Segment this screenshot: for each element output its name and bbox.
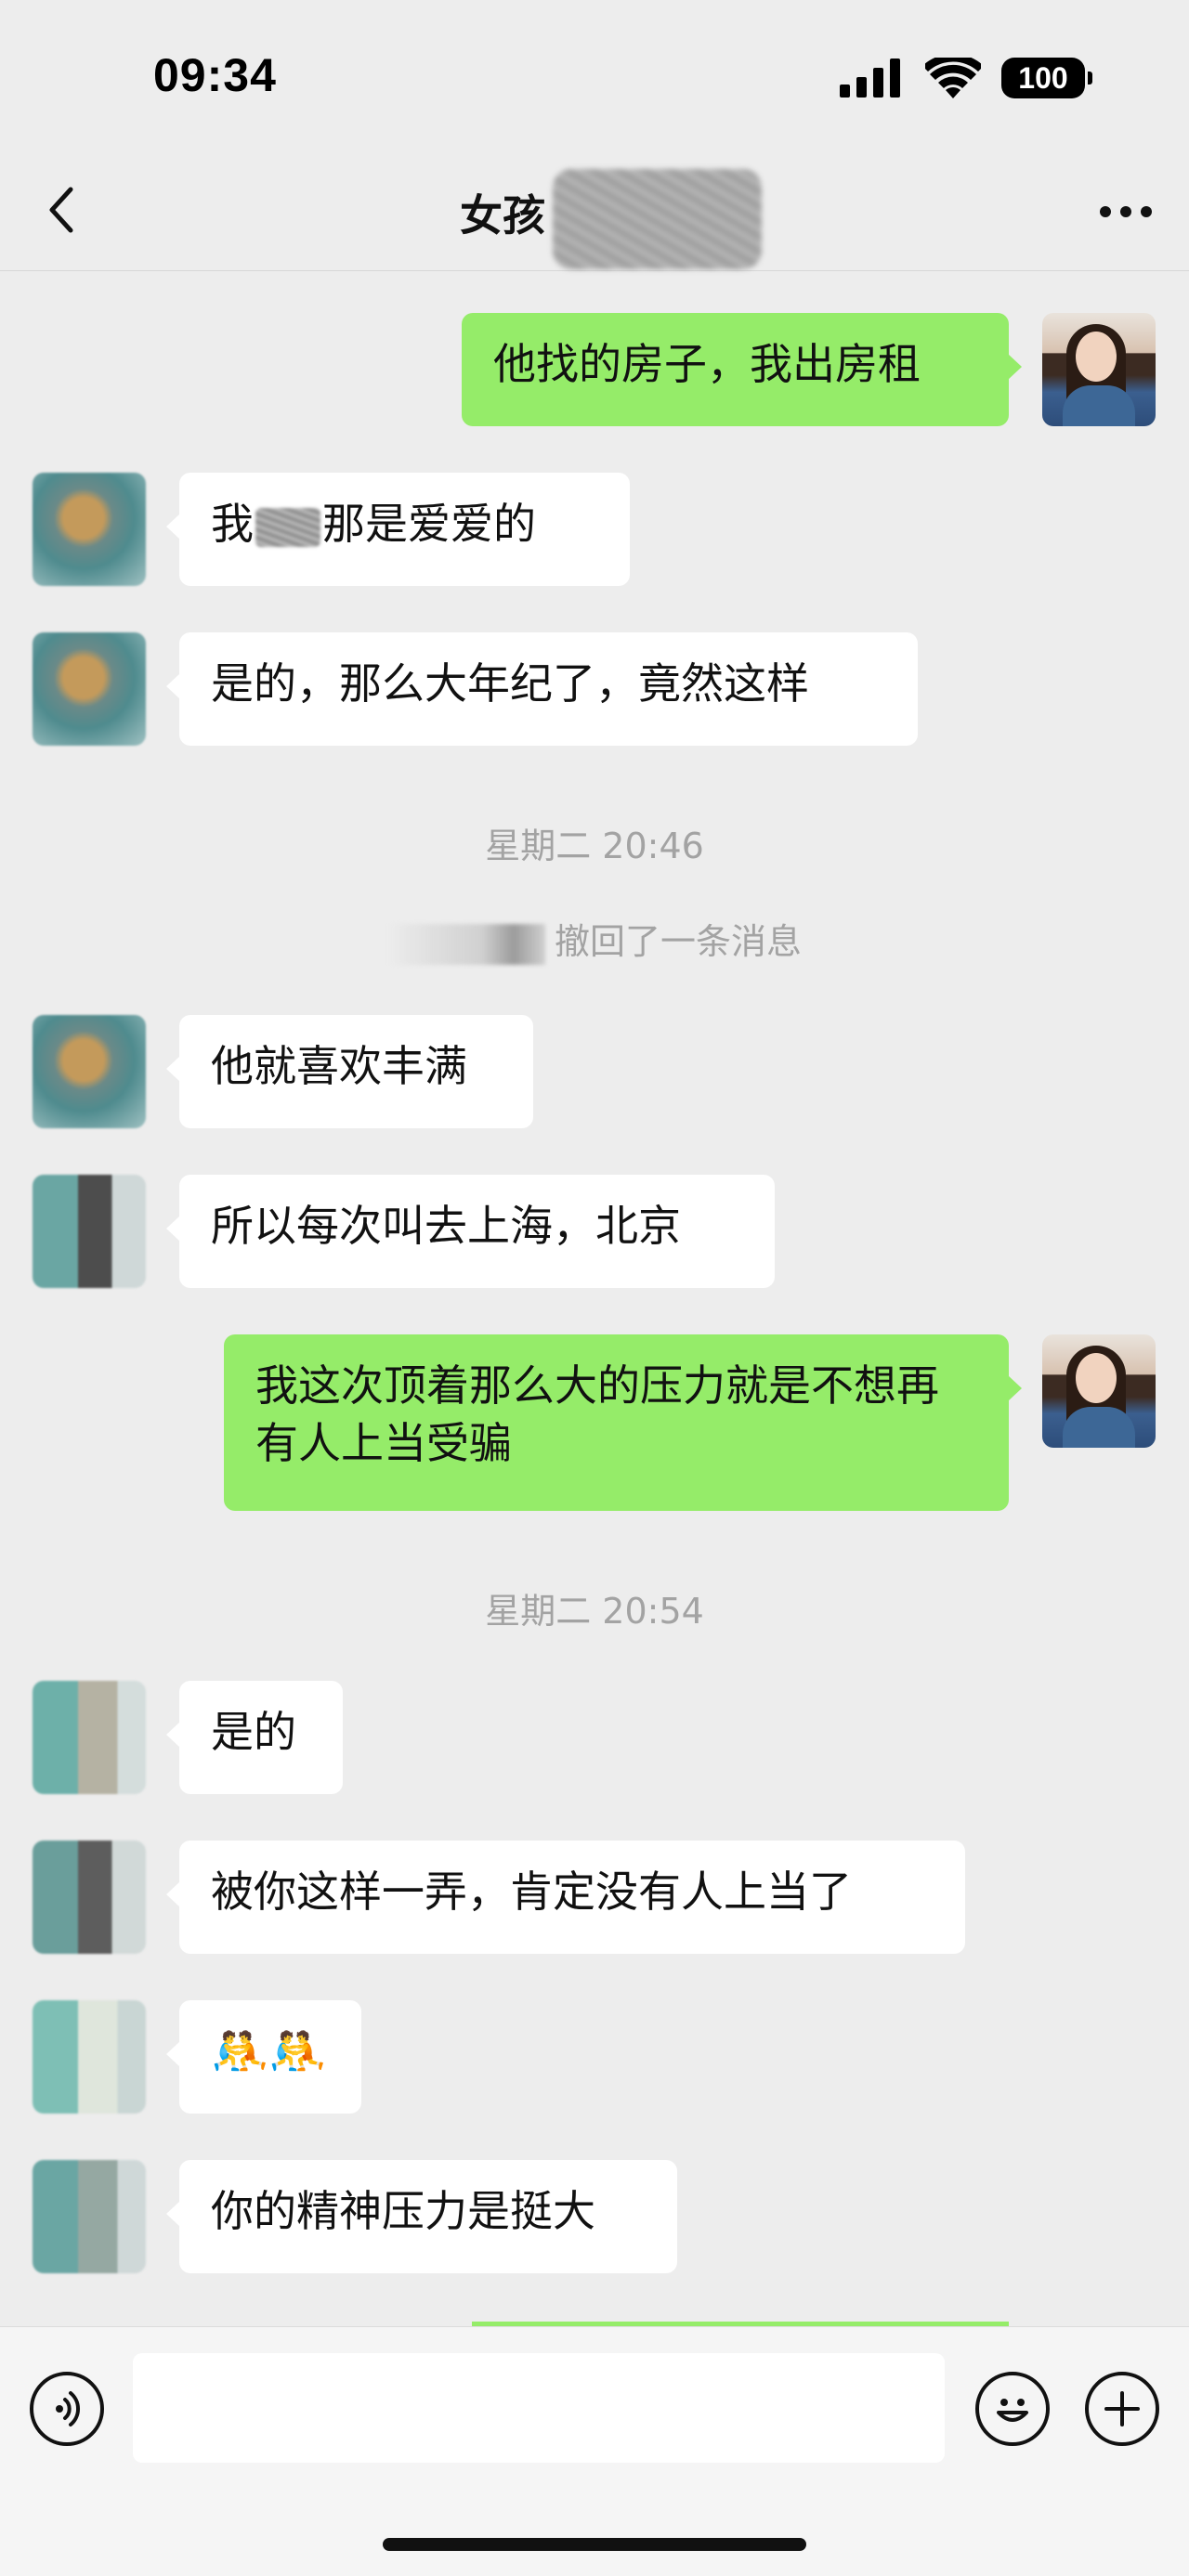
contact-avatar[interactable] [33,473,146,586]
nav-bar: 女孩 [0,149,1189,271]
more-icon [1100,206,1111,217]
chevron-left-icon [49,187,73,233]
my-avatar[interactable] [1042,1334,1156,1448]
message-bubble-outgoing[interactable]: 我这次顶着那么大的压力就是不想再有人上当受骗 [224,1334,1022,1511]
contact-avatar[interactable] [33,2160,146,2273]
contact-avatar[interactable] [33,1175,146,1288]
timestamp: 星期二 20:46 [485,826,704,866]
redacted-name [553,169,762,269]
status-bar: 09:34 100 [0,0,1189,149]
voice-button[interactable] [30,2372,104,2446]
contact-avatar[interactable] [33,1681,146,1794]
recall-text: 撤回了一条消息 [554,921,802,962]
message-bubble-incoming[interactable]: 我 那是爱爱的 [166,473,630,586]
my-avatar[interactable] [1042,313,1156,426]
message-input[interactable] [133,2353,945,2463]
message-text: 所以每次叫去上海，北京 [211,1201,681,1251]
status-time: 09:34 [153,49,277,101]
message-text: 那是爱爱的 [322,499,536,549]
status-icons: 100 [840,58,1092,98]
message-bubble-incoming[interactable]: 你的精神压力是挺大 [166,2160,677,2273]
message-bubble-outgoing[interactable]: 他找的房子，我出房租 [462,313,1022,426]
emoji-button[interactable] [975,2372,1050,2446]
redacted-text [255,507,320,547]
home-indicator [383,2538,806,2551]
plus-icon [1104,2391,1140,2426]
wifi-icon [925,58,981,98]
message-bubble-incoming[interactable]: 是的，那么大年纪了，竟然这样 [166,632,918,746]
back-button[interactable] [37,182,93,238]
battery-icon: 100 [1001,58,1092,98]
contact-avatar[interactable] [33,1015,146,1128]
recall-notice: 撤回了一条消息 [0,913,1189,965]
chat-title: 女孩 [460,190,545,241]
message-text: 我这次顶着那么大的压力就是不想再有人上当受骗 [255,1360,939,1468]
message-bubble-incoming[interactable]: 所以每次叫去上海，北京 [166,1175,775,1288]
message-emoji: 🤼🤼 [211,2024,327,2078]
voice-icon [56,2391,81,2426]
more-button[interactable] [1100,202,1156,221]
message-text: 你的精神压力是挺大 [211,2186,595,2236]
signal-icon [840,59,900,98]
message-text: 是的，那么大年纪了，竟然这样 [211,658,809,709]
message-text: 他就喜欢丰满 [211,1041,467,1091]
emoji-icon [997,2399,1028,2422]
message-text: 是的 [211,1707,296,1757]
message-text: 他找的房子，我出房租 [493,339,921,389]
message-bubble-incoming[interactable]: 🤼🤼 [166,2000,361,2114]
contact-avatar[interactable] [33,2000,146,2114]
message-text: 我 [211,499,254,549]
message-bubble-incoming[interactable]: 他就喜欢丰满 [166,1015,533,1128]
contact-avatar[interactable] [33,632,146,746]
redacted-name [386,923,545,965]
message-bubble-incoming[interactable]: 是的 [166,1681,343,1794]
contact-avatar[interactable] [33,1841,146,1954]
message-text: 被你这样一弄，肯定没有人上当了 [211,1867,852,1917]
plus-button[interactable] [1085,2372,1159,2446]
message-bubble-incoming[interactable]: 被你这样一弄，肯定没有人上当了 [166,1841,965,1954]
timestamp: 星期二 20:54 [485,1591,704,1632]
